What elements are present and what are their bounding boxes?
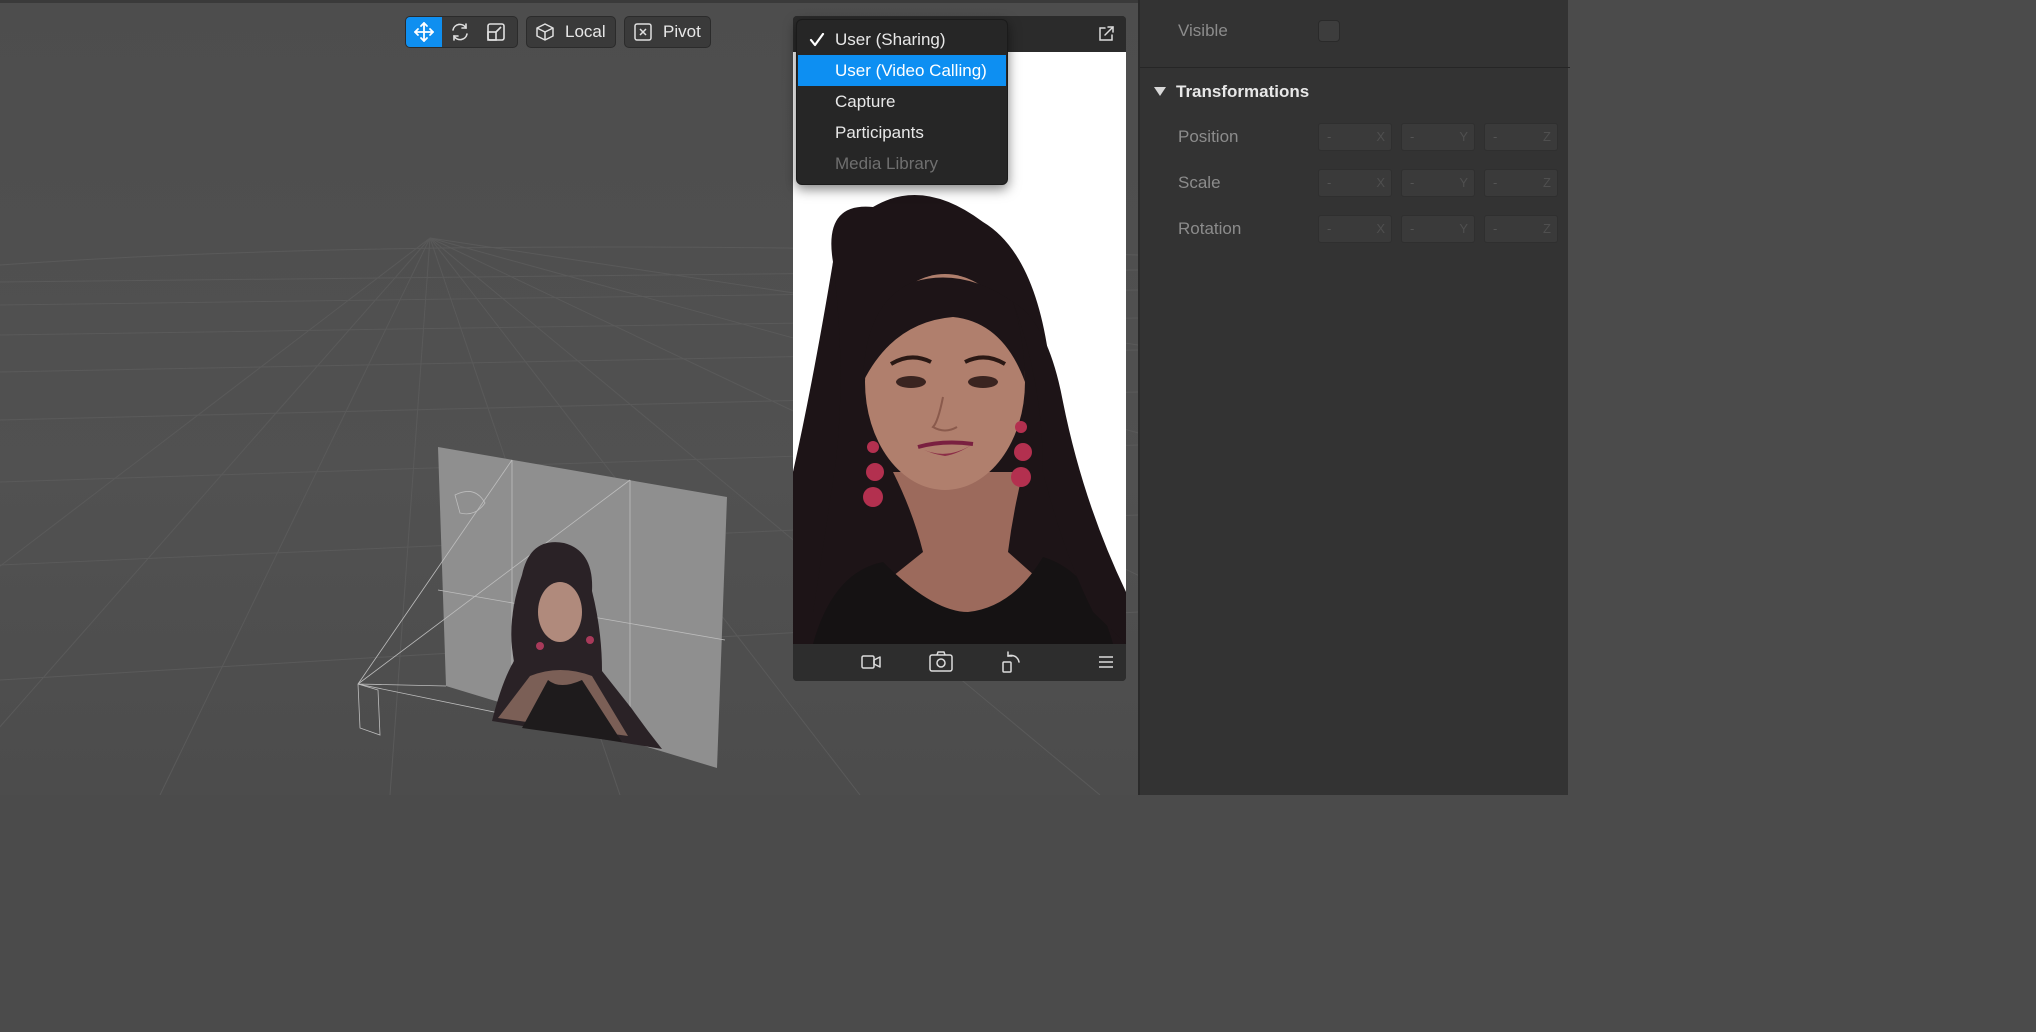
field-value: - <box>1327 129 1332 144</box>
scale-y-field[interactable]: -Y <box>1401 169 1475 197</box>
local-space-button[interactable]: Local <box>526 16 616 48</box>
menu-item-user-sharing[interactable]: User (Sharing) <box>797 24 1007 55</box>
field-value: - <box>1493 175 1498 190</box>
menu-item-label: Participants <box>835 123 924 142</box>
menu-item-label: Media Library <box>835 154 938 173</box>
menu-item-label: User (Video Calling) <box>835 61 987 80</box>
axis-label: X <box>1376 175 1385 190</box>
video-camera-icon[interactable] <box>860 652 882 672</box>
transform-tools-group <box>405 16 518 48</box>
inspector-panel: Visible Transformations Position -X -Y -… <box>1138 0 1570 795</box>
position-y-field[interactable]: -Y <box>1401 123 1475 151</box>
pivot-label: Pivot <box>663 22 701 41</box>
menu-item-media-library: Media Library <box>797 148 1007 179</box>
move-arrows-icon <box>414 22 434 42</box>
menu-item-label: User (Sharing) <box>835 30 946 49</box>
move-tool-button[interactable] <box>406 17 442 47</box>
axis-label: X <box>1376 129 1385 144</box>
rotate-icon <box>452 23 468 41</box>
rotation-x-field[interactable]: -X <box>1318 215 1392 243</box>
camera-source-menu: User (Sharing) User (Video Calling) Capt… <box>796 19 1008 185</box>
position-label: Position <box>1178 127 1239 146</box>
rotate-tool-button[interactable] <box>442 17 478 47</box>
triangle-down-icon <box>1154 87 1166 96</box>
rotation-y-field[interactable]: -Y <box>1401 215 1475 243</box>
inspector-divider <box>1140 67 1570 68</box>
axis-label: X <box>1376 221 1385 236</box>
menu-item-participants[interactable]: Participants <box>797 117 1007 148</box>
scale-tool-button[interactable] <box>478 17 514 47</box>
checkmark-icon <box>809 33 825 47</box>
rotate-device-icon[interactable] <box>1000 650 1022 674</box>
pivot-button[interactable]: Pivot <box>624 16 711 48</box>
rotation-label: Rotation <box>1178 219 1242 238</box>
rotation-z-field[interactable]: -Z <box>1484 215 1558 243</box>
axis-label: Y <box>1459 221 1468 236</box>
visible-label: Visible <box>1178 21 1228 40</box>
menu-item-user-video-calling[interactable]: User (Video Calling) <box>798 55 1006 86</box>
menu-item-label: Capture <box>835 92 896 111</box>
scale-label: Scale <box>1178 173 1221 192</box>
scene-viewport[interactable]: Local Pivot User (Sharing) User (Video C… <box>0 0 1138 795</box>
hamburger-menu-icon[interactable] <box>1098 655 1114 669</box>
position-x-field[interactable]: -X <box>1318 123 1392 151</box>
local-space-label: Local <box>565 22 606 41</box>
scale-x-field[interactable]: -X <box>1318 169 1392 197</box>
pop-out-icon[interactable] <box>1097 25 1115 43</box>
visible-checkbox[interactable] <box>1318 20 1340 42</box>
position-z-field[interactable]: -Z <box>1484 123 1558 151</box>
menu-item-capture[interactable]: Capture <box>797 86 1007 117</box>
axis-label: Z <box>1543 221 1551 236</box>
preview-footer-toolbar <box>793 644 1126 681</box>
axis-label: Y <box>1459 129 1468 144</box>
camera-switch-icon[interactable] <box>928 650 954 674</box>
field-value: - <box>1327 221 1332 236</box>
field-value: - <box>1410 221 1415 236</box>
axis-label: Z <box>1543 129 1551 144</box>
section-title: Transformations <box>1176 82 1310 101</box>
axis-label: Y <box>1459 175 1468 190</box>
field-value: - <box>1493 129 1498 144</box>
scale-icon <box>487 23 505 41</box>
field-value: - <box>1327 175 1332 190</box>
field-value: - <box>1493 221 1498 236</box>
scale-z-field[interactable]: -Z <box>1484 169 1558 197</box>
field-value: - <box>1410 175 1415 190</box>
pivot-box-icon <box>634 23 652 41</box>
field-value: - <box>1410 129 1415 144</box>
axis-label: Z <box>1543 175 1551 190</box>
transformations-section-header[interactable]: Transformations <box>1154 80 1309 104</box>
cube-icon <box>536 23 554 41</box>
